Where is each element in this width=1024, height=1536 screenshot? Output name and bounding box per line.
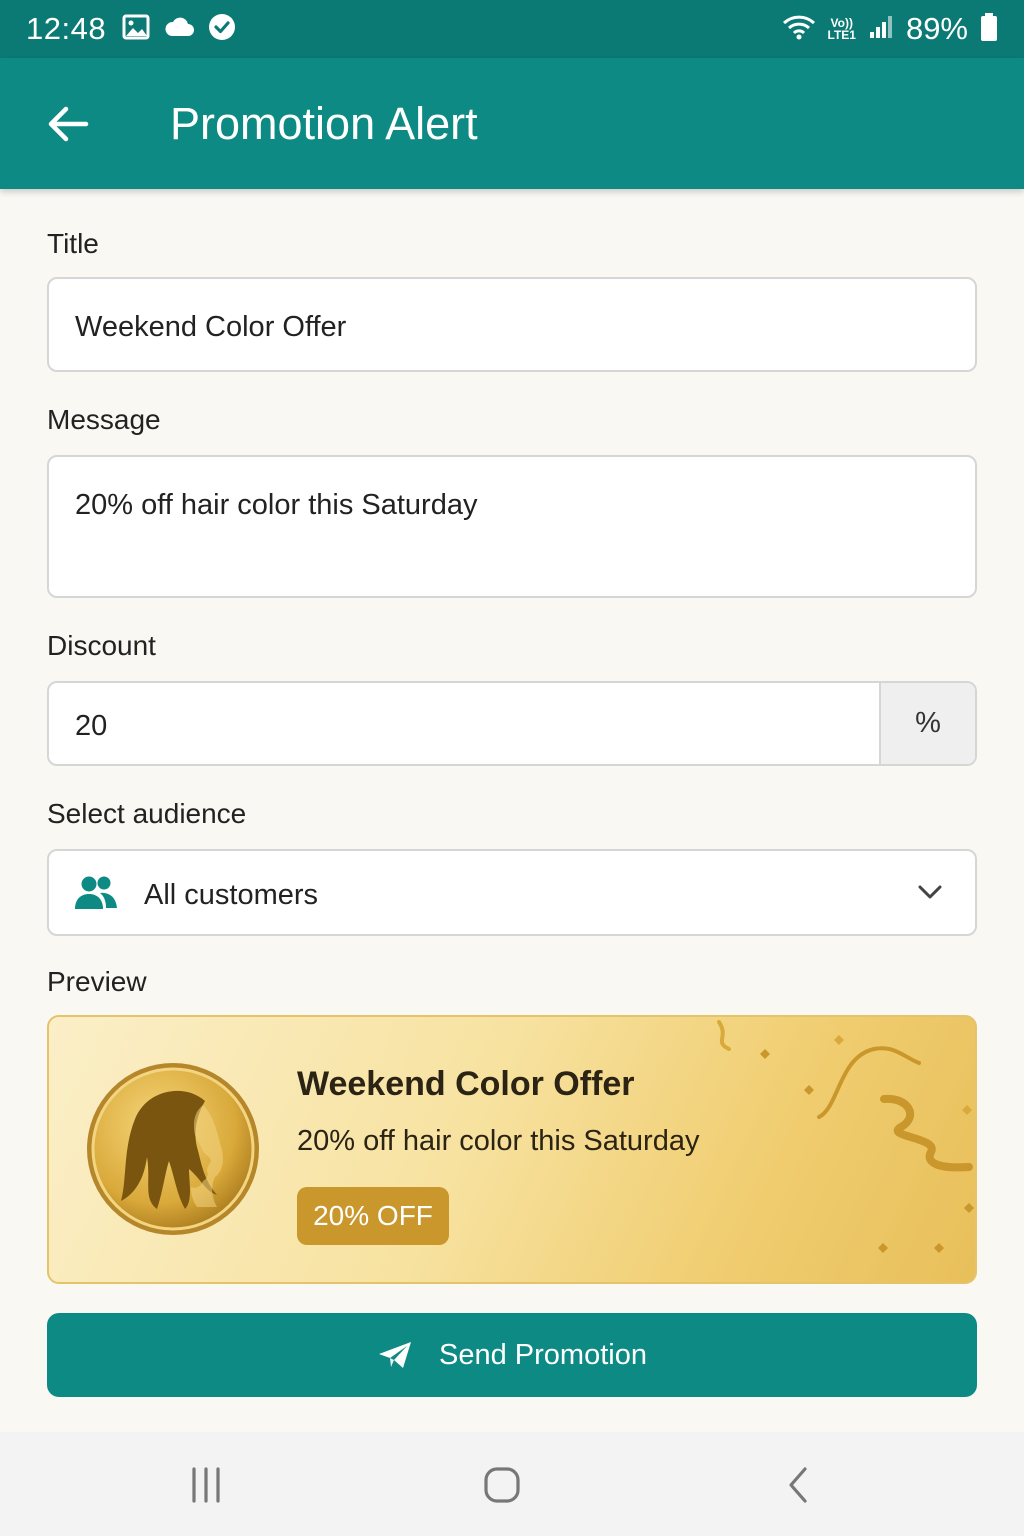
status-bar: 12:48 Vo)) LTE1 89%: [0, 0, 1024, 58]
status-time: 12:48: [26, 11, 107, 46]
battery-icon: [980, 12, 998, 47]
arrow-left-icon: [48, 106, 89, 142]
preview-label: Preview: [47, 966, 147, 997]
preview-title: Weekend Color Offer: [297, 1065, 635, 1103]
people-icon: [73, 875, 119, 916]
message-textarea-value: 20% off hair color this Saturday: [75, 489, 478, 521]
page-title: Promotion Alert: [170, 98, 478, 149]
send-promotion-button[interactable]: Send Promotion: [47, 1313, 977, 1397]
message-label: Message: [47, 404, 161, 435]
discount-input[interactable]: 20 %: [47, 681, 977, 766]
home-button[interactable]: [472, 1460, 532, 1510]
system-nav-bar: [0, 1432, 1024, 1536]
status-right-icons: Vo)) LTE1 89%: [782, 11, 999, 47]
check-circle-icon: [208, 13, 236, 46]
back-button[interactable]: [44, 100, 92, 148]
audience-select-value: All customers: [144, 879, 319, 911]
cloud-icon: [164, 16, 195, 43]
preview-message: 20% off hair color this Saturday: [297, 1125, 700, 1157]
volte-icon: Vo)) LTE1: [828, 17, 856, 41]
chevron-down-icon: [917, 883, 943, 906]
audience-label: Select audience: [47, 798, 247, 829]
status-left-icons: [122, 13, 236, 46]
woman-profile-medallion-icon: [87, 1063, 259, 1235]
home-icon: [484, 1467, 520, 1503]
recent-apps-button[interactable]: [176, 1460, 236, 1510]
network-label: LTE1: [827, 28, 856, 42]
message-textarea[interactable]: 20% off hair color this Saturday: [47, 455, 977, 598]
send-promotion-label: Send Promotion: [439, 1338, 647, 1371]
app-bar: Promotion Alert: [0, 58, 1024, 189]
battery-percent: 89%: [905, 11, 968, 46]
recent-apps-icon: [192, 1467, 220, 1503]
signal-icon: [868, 14, 894, 45]
back-nav-button[interactable]: [768, 1460, 828, 1510]
discount-input-value: 20: [75, 710, 108, 742]
back-icon: [789, 1467, 807, 1503]
wifi-icon: [782, 13, 816, 46]
title-input-value: Weekend Color Offer: [75, 311, 347, 343]
confetti-decoration: [717, 1020, 974, 1253]
paper-plane-icon: [379, 1342, 412, 1368]
gallery-icon: [122, 14, 150, 45]
discount-label: Discount: [47, 630, 156, 661]
discount-unit: %: [879, 683, 975, 764]
title-label: Title: [47, 228, 99, 259]
audience-select[interactable]: All customers: [47, 849, 977, 936]
preview-card: Weekend Color Offer 20% off hair color t…: [47, 1015, 977, 1284]
title-input[interactable]: Weekend Color Offer: [47, 277, 977, 372]
discount-badge: 20% OFF: [297, 1187, 449, 1245]
